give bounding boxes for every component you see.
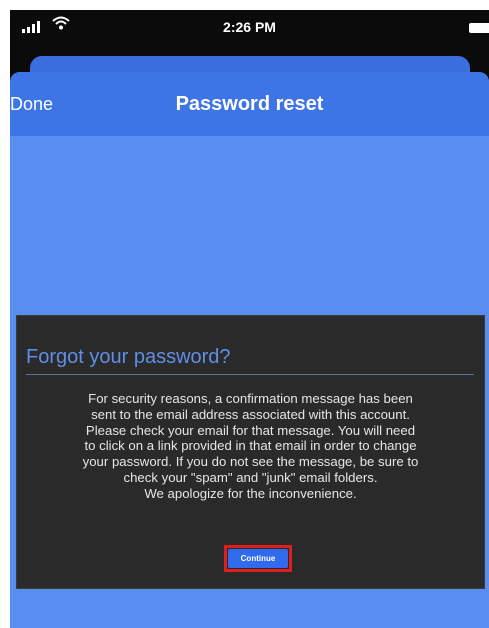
status-time: 2:26 PM (223, 19, 276, 35)
dialog-message-line: to click on a link provided in that emai… (84, 438, 417, 454)
dialog-message-line: For security reasons, a confirmation mes… (88, 391, 413, 406)
dialog-message-line: sent to the email address associated wit… (91, 406, 410, 422)
password-reset-sheet: Done Password reset Forgot your password… (10, 72, 489, 628)
navigation-bar: Done Password reset (10, 72, 489, 136)
dialog-divider (26, 374, 474, 375)
battery-icon (469, 23, 489, 33)
dialog-title: Forgot your password? (26, 346, 231, 368)
dialog-message-line: check your "spam" and "junk" email folde… (123, 469, 378, 485)
phone-screen: 2:26 PM Done Password reset Forgot your … (10, 10, 489, 628)
page-title: Password reset (175, 93, 324, 115)
forgot-password-dialog: Forgot your password? For security reaso… (16, 315, 485, 589)
status-bar: 2:26 PM (10, 10, 489, 46)
dialog-message: For security reasons, a confirmation mes… (23, 391, 478, 502)
dialog-message-line: We apologize for the inconvenience. (144, 485, 357, 501)
dialog-message-line: your password. If you do not see the mes… (82, 454, 419, 470)
continue-button[interactable]: Continue (228, 549, 288, 568)
dialog-message-line: Please check your email for that message… (85, 422, 416, 438)
